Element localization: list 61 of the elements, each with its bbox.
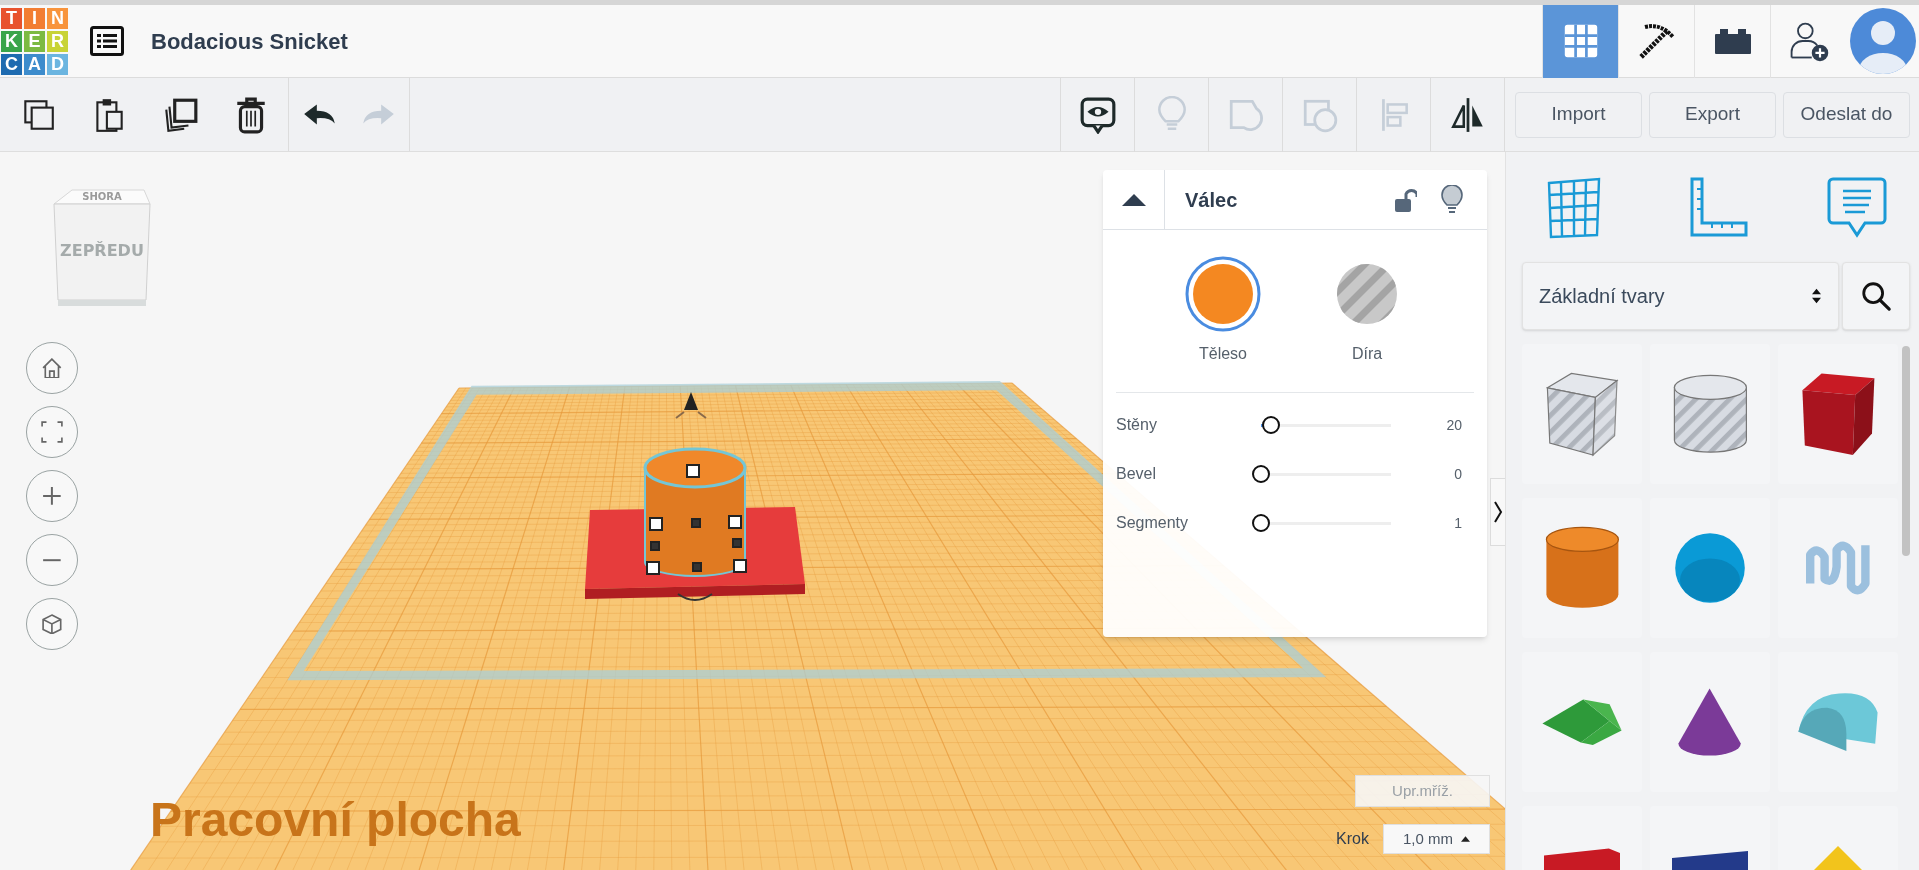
solid-swatch-icon [1185,256,1261,332]
slider-thumb[interactable] [1262,415,1281,434]
collapse-tab[interactable] [1490,478,1505,546]
home-button[interactable] [26,342,78,394]
grid-icon [1562,23,1599,59]
category-dropdown[interactable]: Základní tvary [1522,262,1839,330]
snap-label: Krok [1336,829,1369,849]
note-bubble-icon [1825,175,1889,239]
param-label: Segmenty [1116,513,1190,533]
zoom-out-icon [42,557,62,563]
home-icon [42,357,62,379]
logo-letter: N [47,7,68,29]
selection-handles[interactable] [646,464,747,575]
logo-letter: D [47,53,68,75]
lightbulb-icon [1441,184,1463,215]
brick-icon [1712,26,1753,56]
padlock-open-icon [1395,186,1417,213]
logo-letter: K [1,30,22,52]
logo[interactable]: T I N K E R C A D [1,7,68,75]
logo-letter: R [47,30,68,52]
menu-icon[interactable] [90,26,124,56]
logo-letter: T [1,7,22,29]
shape-name: Válec [1185,187,1239,213]
pyramid-shape [1814,846,1862,870]
param-value: 20 [1445,415,1463,435]
sphere-shape [1674,532,1746,604]
sort-arrows-icon [1811,287,1822,305]
eye-bubble-icon [1078,95,1117,134]
caret-up-icon [1121,192,1146,207]
caret-up-icon [1461,836,1470,842]
slider-thumb[interactable] [1252,513,1270,532]
mode-option[interactable]: Těleso [1173,256,1273,392]
rotate-handle[interactable] [677,593,713,601]
design-title[interactable]: Bodacious Snicket [151,24,348,58]
chevron-right-icon [1493,500,1503,524]
cube-button[interactable] [26,598,78,650]
zoom-in-button[interactable] [26,470,78,522]
move-arrow-icon[interactable] [675,392,707,419]
param-value: 0 [1453,464,1463,484]
fit-view-button[interactable] [26,406,78,458]
toolbar-button[interactable]: Export [1649,91,1776,138]
toolbar-button[interactable]: Odeslat do [1783,91,1910,138]
param-label: Bevel [1116,464,1158,484]
param-label: Stěny [1116,415,1158,435]
cone-shape [1676,686,1744,758]
logo-letter: A [24,53,45,75]
cube-icon [42,613,62,635]
search-button[interactable] [1842,262,1910,330]
logo-letter: E [24,30,45,52]
slider-thumb[interactable] [1252,464,1270,483]
logo-letter: I [24,7,45,29]
zoom-in-icon [42,486,62,506]
fit-view-icon [41,421,63,443]
toolbar-button[interactable]: Import [1515,91,1642,138]
search-icon [1860,280,1892,312]
scrollbar[interactable] [1902,346,1910,556]
mode-option[interactable]: Díra [1317,256,1417,392]
param-value: 1 [1453,513,1463,533]
logo-letter: C [1,53,22,75]
lightbulb-button[interactable] [1441,183,1465,216]
snap-dropdown[interactable]: 1,0 mm [1383,824,1490,854]
